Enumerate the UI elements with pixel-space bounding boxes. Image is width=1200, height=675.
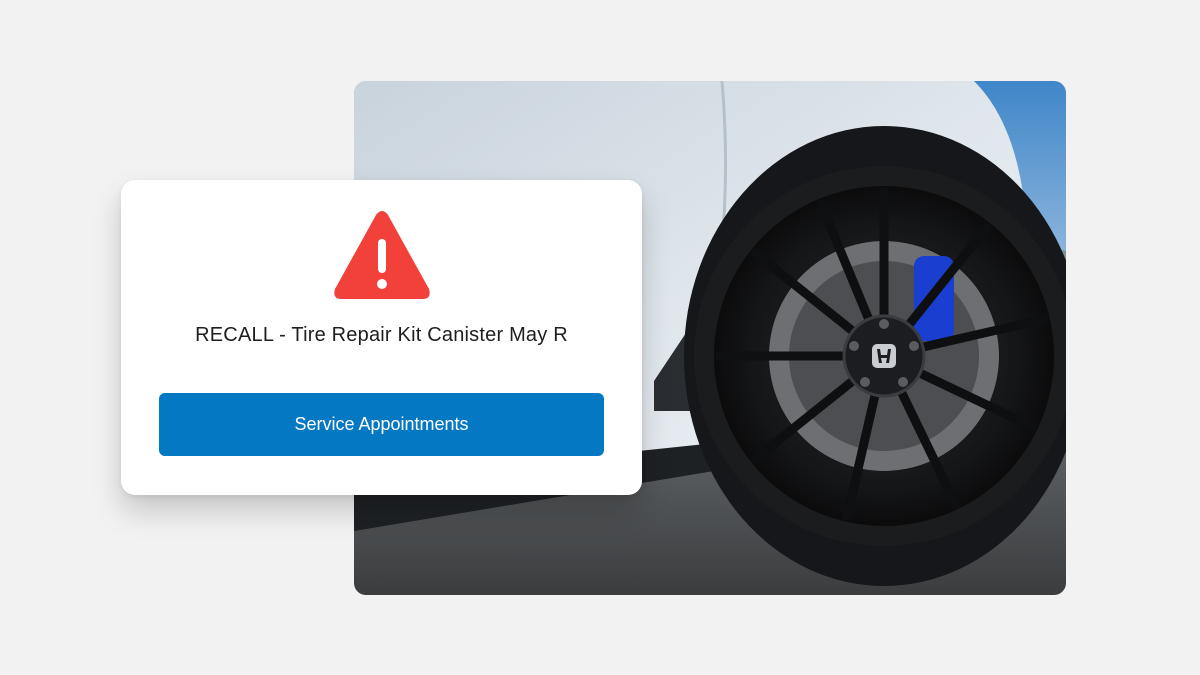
honda-logo-icon: [872, 344, 896, 368]
recall-alert-card: RECALL - Tire Repair Kit Canister May R …: [121, 180, 642, 495]
service-appointments-button[interactable]: Service Appointments: [159, 393, 604, 456]
recall-title: RECALL - Tire Repair Kit Canister May R: [195, 324, 568, 346]
warning-triangle-icon: [332, 205, 432, 305]
